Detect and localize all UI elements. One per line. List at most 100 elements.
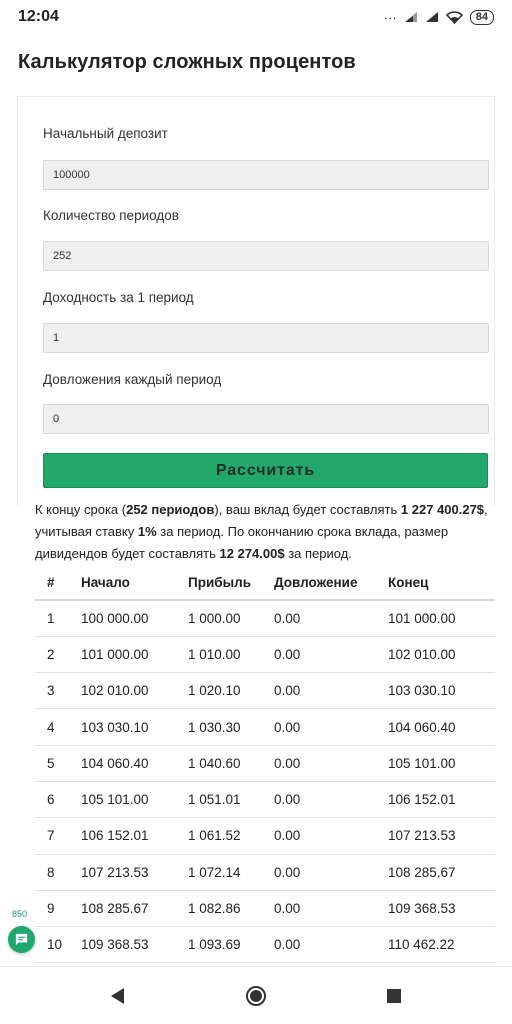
cell-profit: 1 000.00	[188, 600, 274, 637]
cell-profit: 1 072.14	[188, 854, 274, 891]
cell-index: 9	[35, 890, 81, 928]
table-header-row: # Начало Прибыль Довложение Конец	[35, 565, 495, 601]
header-contribution: Довложение	[274, 565, 388, 601]
cell-contribution: 0.00	[274, 672, 388, 710]
cell-contribution: 0.00	[274, 781, 388, 819]
cell-end: 106 152.01	[388, 781, 495, 819]
recents-square-icon	[387, 988, 401, 1003]
table-row: 7 106 152.01 1 061.52 0.00 107 213.53	[35, 817, 495, 855]
cell-end: 109 368.53	[388, 890, 495, 928]
cell-end: 107 213.53	[388, 817, 495, 855]
header-end: Конец	[388, 565, 495, 601]
contribution-input[interactable]	[43, 404, 489, 434]
home-circle-icon	[246, 985, 266, 1006]
table-row: 2 101 000.00 1 010.00 0.00 102 010.00	[35, 636, 495, 674]
cell-contribution: 0.00	[274, 636, 388, 674]
signal-2-icon	[425, 12, 438, 22]
results-table: # Начало Прибыль Довложение Конец 1 100 0…	[35, 565, 495, 964]
cell-index: 8	[35, 854, 81, 891]
table-row: 10 109 368.53 1 093.69 0.00 110 462.22	[35, 926, 495, 964]
cell-start: 105 101.00	[81, 781, 188, 819]
chat-button[interactable]	[8, 926, 35, 953]
summary-total: 1 227 400.27$	[400, 502, 485, 517]
cell-contribution: 0.00	[274, 817, 388, 855]
deposit-label: Начальный депозит	[43, 126, 168, 141]
cell-profit: 1 051.01	[188, 781, 274, 819]
table-row: 3 102 010.00 1 020.10 0.00 103 030.10	[35, 672, 495, 710]
cell-index: 5	[35, 745, 81, 782]
cell-start: 101 000.00	[81, 636, 188, 674]
cell-index: 4	[35, 708, 81, 746]
calculate-button[interactable]: Рассчитать	[43, 453, 488, 488]
cell-start: 109 368.53	[81, 926, 188, 964]
yield-label: Доходность за 1 период	[43, 290, 194, 305]
cell-profit: 1 010.00	[188, 636, 274, 674]
cell-profit: 1 020.10	[188, 672, 274, 710]
back-triangle-icon	[111, 987, 124, 1004]
summary-rate: 1%	[137, 524, 157, 539]
cell-index: 1	[35, 600, 81, 637]
system-nav-bar	[0, 966, 512, 1024]
header-index: #	[35, 565, 81, 601]
cell-start: 107 213.53	[81, 854, 188, 891]
cell-profit: 1 040.60	[188, 745, 274, 782]
table-row: 6 105 101.00 1 051.01 0.00 106 152.01	[35, 781, 495, 819]
home-button[interactable]	[236, 976, 276, 1016]
cell-index: 10	[35, 926, 81, 964]
chat-icon	[15, 933, 28, 946]
battery-icon: 84	[469, 9, 494, 25]
periods-input[interactable]	[43, 241, 489, 271]
summary-text: за период.	[284, 546, 352, 561]
status-time: 12:04	[18, 8, 59, 25]
cell-start: 106 152.01	[81, 817, 188, 855]
cell-start: 102 010.00	[81, 672, 188, 710]
summary-periods: 252 периодов	[126, 502, 215, 517]
deposit-input[interactable]	[43, 160, 489, 190]
views-count: 850	[12, 909, 28, 919]
cell-profit: 1 082.86	[188, 890, 274, 928]
cell-start: 108 285.67	[81, 890, 188, 928]
recents-button[interactable]	[374, 976, 414, 1016]
cell-start: 104 060.40	[81, 745, 188, 782]
contribution-label: Довложения каждый период	[43, 372, 222, 387]
table-row: 9 108 285.67 1 082.86 0.00 109 368.53	[35, 890, 495, 928]
cell-start: 103 030.10	[81, 708, 188, 746]
cell-end: 108 285.67	[388, 854, 495, 891]
page-title: Калькулятор сложных процентов	[18, 51, 356, 73]
table-row: 5 104 060.40 1 040.60 0.00 105 101.00	[35, 745, 495, 782]
back-button[interactable]	[98, 976, 138, 1016]
yield-input[interactable]	[43, 323, 489, 353]
table-row: 4 103 030.10 1 030.30 0.00 104 060.40	[35, 708, 495, 746]
cell-end: 101 000.00	[388, 600, 495, 637]
cell-contribution: 0.00	[274, 708, 388, 746]
cell-end: 105 101.00	[388, 745, 495, 782]
header-start: Начало	[81, 565, 188, 601]
cell-profit: 1 030.30	[188, 708, 274, 746]
cell-contribution: 0.00	[274, 926, 388, 964]
periods-label: Количество периодов	[43, 208, 179, 223]
cell-index: 7	[35, 817, 81, 855]
summary-dividend: 12 274.00$	[219, 546, 285, 561]
cell-contribution: 0.00	[274, 854, 388, 891]
wifi-icon	[445, 10, 463, 24]
cell-end: 104 060.40	[388, 708, 495, 746]
result-summary: К концу срока (252 периодов), ваш вклад …	[35, 499, 495, 565]
cell-profit: 1 061.52	[188, 817, 274, 855]
status-icons: ··· 84	[383, 9, 494, 25]
table-row: 8 107 213.53 1 072.14 0.00 108 285.67	[35, 854, 495, 891]
summary-text: ), ваш вклад будет составлять	[214, 502, 401, 517]
summary-text: К концу срока (	[35, 502, 127, 517]
cell-end: 102 010.00	[388, 636, 495, 674]
status-bar: 12:04 ··· 84	[0, 0, 512, 34]
cell-profit: 1 093.69	[188, 926, 274, 964]
cell-end: 110 462.22	[388, 926, 495, 964]
cell-index: 6	[35, 781, 81, 819]
table-row: 1 100 000.00 1 000.00 0.00 101 000.00	[35, 600, 495, 637]
cell-end: 103 030.10	[388, 672, 495, 710]
cell-start: 100 000.00	[81, 600, 188, 637]
cell-index: 3	[35, 672, 81, 710]
more-dots-icon: ···	[383, 9, 397, 25]
cell-contribution: 0.00	[274, 745, 388, 782]
cell-index: 2	[35, 636, 81, 674]
header-profit: Прибыль	[188, 565, 274, 601]
